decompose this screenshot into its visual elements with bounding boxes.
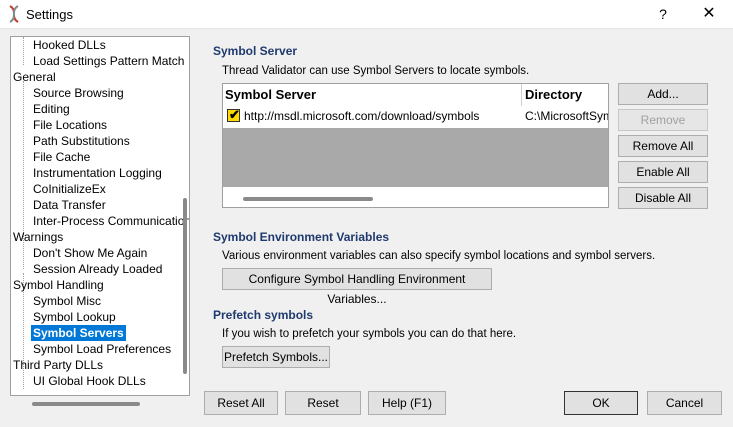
tree-item-inter-process-comm[interactable]: Inter-Process Communication xyxy=(33,213,189,229)
reset-all-button[interactable]: Reset All xyxy=(204,391,278,415)
tree-item-ui-global-hook-dlls[interactable]: UI Global Hook DLLs xyxy=(33,373,146,389)
list-header: Symbol Server Directory xyxy=(223,84,608,107)
tree-item-symbol-load-preferences[interactable]: Symbol Load Preferences xyxy=(33,341,171,357)
symbol-server-heading: Symbol Server xyxy=(213,44,298,58)
remove-all-button[interactable]: Remove All xyxy=(618,135,708,157)
tree-item-load-settings-pattern[interactable]: Load Settings Pattern Match xyxy=(33,53,184,69)
tree-item-session-already-loaded[interactable]: Session Already Loaded xyxy=(33,261,162,277)
prefetch-heading: Prefetch symbols xyxy=(213,308,314,322)
settings-tree[interactable]: Hooked DLLs Load Settings Pattern Match … xyxy=(10,36,190,396)
symbol-server-description: Thread Validator can use Symbol Servers … xyxy=(222,65,530,77)
dna-app-icon xyxy=(9,5,19,23)
tree-connector xyxy=(23,37,24,65)
symbol-server-url: http://msdl.microsoft.com/download/symbo… xyxy=(244,109,480,123)
tree-item-hooked-dlls[interactable]: Hooked DLLs xyxy=(33,37,106,53)
remove-server-button[interactable]: Remove xyxy=(618,109,708,131)
server-enabled-checkbox[interactable]: ✔ xyxy=(227,107,240,122)
add-server-button[interactable]: Add... xyxy=(618,83,708,105)
tree-item-file-locations[interactable]: File Locations xyxy=(33,117,107,133)
tree-item-symbol-servers[interactable]: Symbol Servers xyxy=(31,325,126,341)
tree-horizontal-scrollbar[interactable] xyxy=(32,402,140,406)
window-title: Settings xyxy=(26,7,73,22)
tree-vertical-scrollbar[interactable] xyxy=(183,198,187,374)
tree-item-path-substitutions[interactable]: Path Substitutions xyxy=(33,133,130,149)
cancel-button[interactable]: Cancel xyxy=(647,391,722,415)
tree-item-symbol-lookup[interactable]: Symbol Lookup xyxy=(33,309,116,325)
column-header-symbol-server[interactable]: Symbol Server xyxy=(225,87,316,102)
list-horizontal-scrollbar[interactable] xyxy=(243,197,373,201)
tree-item-third-party-dlls[interactable]: Third Party DLLs xyxy=(13,357,103,373)
title-bar: Settings ? ✕ xyxy=(0,0,733,29)
column-header-directory[interactable]: Directory xyxy=(525,87,582,102)
reset-button[interactable]: Reset xyxy=(285,391,361,415)
prefetch-symbols-button[interactable]: Prefetch Symbols... xyxy=(222,346,330,368)
tree-item-coinitializeex[interactable]: CoInitializeEx xyxy=(33,181,106,197)
tree-item-source-browsing[interactable]: Source Browsing xyxy=(33,85,124,101)
help-question-button[interactable]: ? xyxy=(650,2,676,26)
list-empty-area xyxy=(223,128,608,187)
enable-all-button[interactable]: Enable All xyxy=(618,161,708,183)
close-window-button[interactable]: ✕ xyxy=(696,2,722,26)
env-vars-description: Various environment variables can also s… xyxy=(222,250,656,262)
env-vars-heading: Symbol Environment Variables xyxy=(213,230,390,244)
symbol-server-directory: C:\MicrosoftSym xyxy=(525,109,609,123)
tree-item-instrumentation-logging[interactable]: Instrumentation Logging xyxy=(33,165,162,181)
ok-button[interactable]: OK xyxy=(564,391,638,415)
tree-item-data-transfer[interactable]: Data Transfer xyxy=(33,197,106,213)
help-f1-button[interactable]: Help (F1) xyxy=(368,391,446,415)
disable-all-button[interactable]: Disable All xyxy=(618,187,708,209)
column-separator[interactable] xyxy=(521,84,522,106)
tree-item-general[interactable]: General xyxy=(13,69,56,85)
tree-item-warnings[interactable]: Warnings xyxy=(13,229,63,245)
symbol-server-list[interactable]: Symbol Server Directory ✔ http://msdl.mi… xyxy=(222,83,609,208)
tree-item-editing[interactable]: Editing xyxy=(33,101,70,117)
tree-item-symbol-misc[interactable]: Symbol Misc xyxy=(33,293,101,309)
table-row[interactable]: ✔ http://msdl.microsoft.com/download/sym… xyxy=(223,106,608,126)
prefetch-description: If you wish to prefetch your symbols you… xyxy=(222,328,517,340)
configure-env-vars-button[interactable]: Configure Symbol Handling Environment Va… xyxy=(222,268,492,306)
tree-connector xyxy=(23,289,24,389)
tree-item-file-cache[interactable]: File Cache xyxy=(33,149,90,165)
tree-item-dont-show-me-again[interactable]: Don't Show Me Again xyxy=(33,245,147,261)
checkmark-icon: ✔ xyxy=(229,107,240,122)
tree-item-symbol-handling[interactable]: Symbol Handling xyxy=(13,277,104,293)
